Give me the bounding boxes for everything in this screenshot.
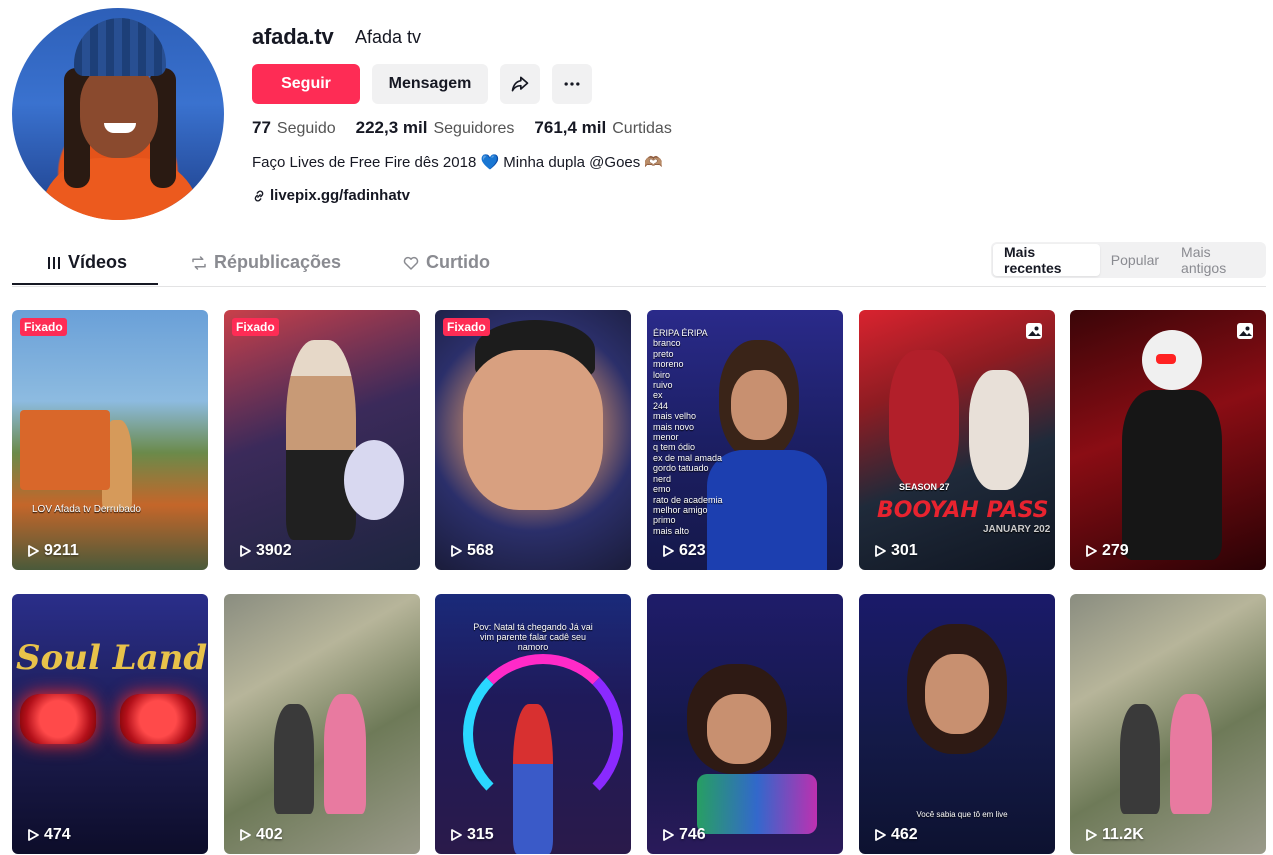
play-icon bbox=[875, 545, 886, 557]
pinned-badge: Fixado bbox=[20, 318, 67, 336]
play-icon bbox=[663, 545, 674, 557]
video-card[interactable]: ÉRIPA ÉRIPA branco preto moreno loiro ru… bbox=[647, 310, 843, 570]
thumbnail-title: BOOYAH PASS bbox=[877, 498, 1049, 523]
profile-avatar bbox=[12, 8, 224, 220]
list-item: 244 bbox=[653, 400, 669, 411]
heart-outline-icon bbox=[403, 256, 419, 270]
ellipsis-icon bbox=[564, 82, 580, 86]
sort-popular[interactable]: Popular bbox=[1100, 244, 1170, 276]
video-card[interactable]: Fixado 3902 bbox=[224, 310, 420, 570]
thumbnail-overlay-text: LOV Afada tv Derrubado bbox=[32, 504, 141, 515]
video-card[interactable]: SEASON 27 BOOYAH PASS JANUARY 202 301 bbox=[859, 310, 1055, 570]
tab-videos[interactable]: Vídeos bbox=[46, 252, 127, 273]
profile-link[interactable]: livepix.gg/fadinhatv bbox=[252, 187, 410, 204]
share-icon bbox=[511, 76, 529, 92]
profile-nickname: Afada tv bbox=[355, 27, 422, 47]
video-card[interactable]: Pov: Natal tá chegando Já vai vim parent… bbox=[435, 594, 631, 854]
view-count: 568 bbox=[449, 542, 494, 560]
tab-reposts[interactable]: Républicações bbox=[190, 252, 341, 273]
sort-latest[interactable]: Mais recentes bbox=[993, 244, 1100, 276]
profile-bio: Faço Lives de Free Fire dês 2018 💙 Minha… bbox=[252, 154, 664, 171]
photo-icon bbox=[1026, 323, 1042, 339]
view-count: 3902 bbox=[238, 542, 292, 560]
sort-oldest[interactable]: Mais antigos bbox=[1170, 244, 1264, 276]
profile-username: afada.tv bbox=[252, 24, 334, 49]
play-icon bbox=[451, 829, 462, 841]
repost-icon bbox=[192, 255, 206, 270]
play-icon bbox=[663, 829, 674, 841]
thumbnail-date: JANUARY 202 bbox=[983, 524, 1051, 535]
list-item: menor bbox=[653, 432, 679, 443]
view-count: 11.2K bbox=[1084, 826, 1144, 844]
list-item: nerd bbox=[653, 473, 672, 484]
video-card[interactable]: 746 bbox=[647, 594, 843, 854]
list-item: rato de academia bbox=[653, 494, 723, 505]
season-label: SEASON 27 bbox=[899, 482, 950, 492]
list-item: primo bbox=[653, 515, 676, 526]
view-count: 9211 bbox=[26, 542, 79, 560]
sort-selector: Mais recentes Popular Mais antigos bbox=[991, 242, 1266, 278]
list-item: loiro bbox=[653, 369, 671, 380]
more-options-button[interactable] bbox=[552, 64, 592, 104]
play-icon bbox=[240, 829, 251, 841]
pinned-badge: Fixado bbox=[232, 318, 279, 336]
thumbnail-overlay-text: ÉRIPA ÉRIPA bbox=[653, 328, 708, 338]
list-item: mais alto bbox=[653, 525, 690, 536]
video-card[interactable]: Você sabia que tô em live 462 bbox=[859, 594, 1055, 854]
thumbnail-title: Soul Land bbox=[16, 638, 208, 678]
list-item: ex bbox=[653, 390, 663, 401]
video-card[interactable]: Soul Land 474 bbox=[12, 594, 208, 854]
list-item: ex de mal amada bbox=[653, 452, 723, 463]
grid-icon bbox=[48, 256, 60, 269]
play-icon bbox=[1086, 829, 1097, 841]
play-icon bbox=[28, 829, 39, 841]
list-item: mais velho bbox=[653, 411, 697, 422]
link-icon bbox=[254, 190, 264, 201]
list-item: melhor amigo bbox=[653, 504, 708, 515]
view-count: 402 bbox=[238, 826, 283, 844]
list-item: branco bbox=[653, 338, 681, 349]
video-card[interactable]: 402 bbox=[224, 594, 420, 854]
following-count[interactable]: 77 Seguido bbox=[252, 118, 336, 138]
view-count: 746 bbox=[661, 826, 706, 844]
video-card[interactable]: 11.2K bbox=[1070, 594, 1266, 854]
view-count: 623 bbox=[661, 542, 706, 560]
play-icon bbox=[240, 545, 251, 557]
video-card[interactable]: 279 bbox=[1070, 310, 1266, 570]
video-card[interactable]: LOV Afada tv Derrubado Fixado 9211 bbox=[12, 310, 208, 570]
play-icon bbox=[28, 545, 39, 557]
profile-stats: 77 Seguido 222,3 mil Seguidores 761,4 mil C… bbox=[252, 118, 672, 138]
followers-count[interactable]: 222,3 mil Seguidores bbox=[356, 118, 515, 138]
share-button[interactable] bbox=[500, 64, 540, 104]
list-item: q tem ódio bbox=[653, 442, 696, 453]
message-button[interactable]: Mensagem bbox=[372, 64, 488, 104]
view-count: 474 bbox=[26, 826, 71, 844]
view-count: 315 bbox=[449, 826, 494, 844]
play-icon bbox=[451, 545, 462, 557]
thumbnail-caption: Você sabia que tô em live bbox=[916, 810, 1008, 819]
tab-liked[interactable]: Curtido bbox=[402, 252, 490, 273]
view-count: 279 bbox=[1084, 542, 1129, 560]
list-item: ruivo bbox=[653, 380, 673, 391]
likes-count: 761,4 mil Curtidas bbox=[534, 118, 672, 137]
follow-button[interactable]: Seguir bbox=[252, 64, 360, 104]
view-count: 301 bbox=[873, 542, 918, 560]
pinned-badge: Fixado bbox=[443, 318, 490, 336]
list-item: emo bbox=[653, 484, 671, 495]
active-tab-indicator bbox=[12, 283, 158, 285]
thumbnail-caption: Pov: Natal tá chegando Já vai vim parent… bbox=[473, 622, 593, 652]
view-count: 462 bbox=[873, 826, 918, 844]
list-item: moreno bbox=[653, 359, 684, 370]
play-icon bbox=[1086, 545, 1097, 557]
list-item: gordo tatuado bbox=[653, 463, 709, 474]
play-icon bbox=[875, 829, 886, 841]
list-item: mais novo bbox=[653, 421, 695, 432]
photo-icon bbox=[1237, 323, 1253, 339]
video-card[interactable]: Fixado 568 bbox=[435, 310, 631, 570]
list-item: preto bbox=[653, 348, 674, 359]
